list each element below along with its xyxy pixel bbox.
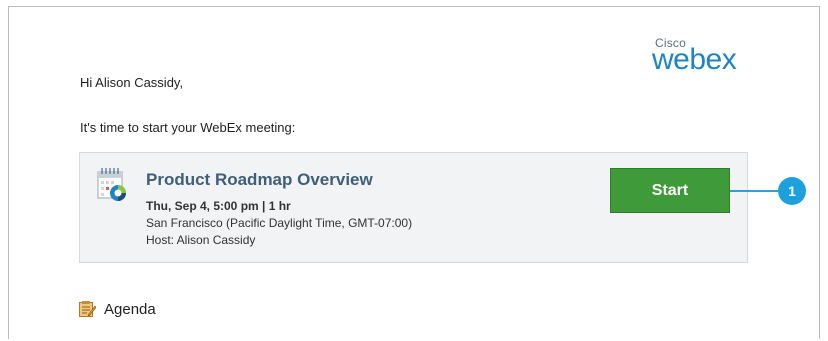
start-meeting-button[interactable]: Start xyxy=(610,168,730,213)
calendar-icon xyxy=(97,168,126,201)
meeting-title[interactable]: Product Roadmap Overview xyxy=(146,170,373,190)
cisco-webex-logo: Cisco webex xyxy=(650,30,760,80)
logo-webex-text: webex xyxy=(652,43,737,76)
intro-text: It's time to start your WebEx meeting: xyxy=(80,120,296,135)
agenda-label: Agenda xyxy=(104,300,156,318)
callout-line xyxy=(730,190,778,192)
agenda-notepad-icon xyxy=(79,301,96,317)
callout-badge: 1 xyxy=(778,177,806,205)
greeting-text: Hi Alison Cassidy, xyxy=(80,75,184,90)
meeting-host: Host: Alison Cassidy xyxy=(146,233,256,247)
agenda-link[interactable]: Agenda xyxy=(78,298,156,320)
meeting-time: Thu, Sep 4, 5:00 pm | 1 hr xyxy=(146,199,291,213)
meeting-location: San Francisco (Pacific Daylight Time, GM… xyxy=(146,216,413,230)
